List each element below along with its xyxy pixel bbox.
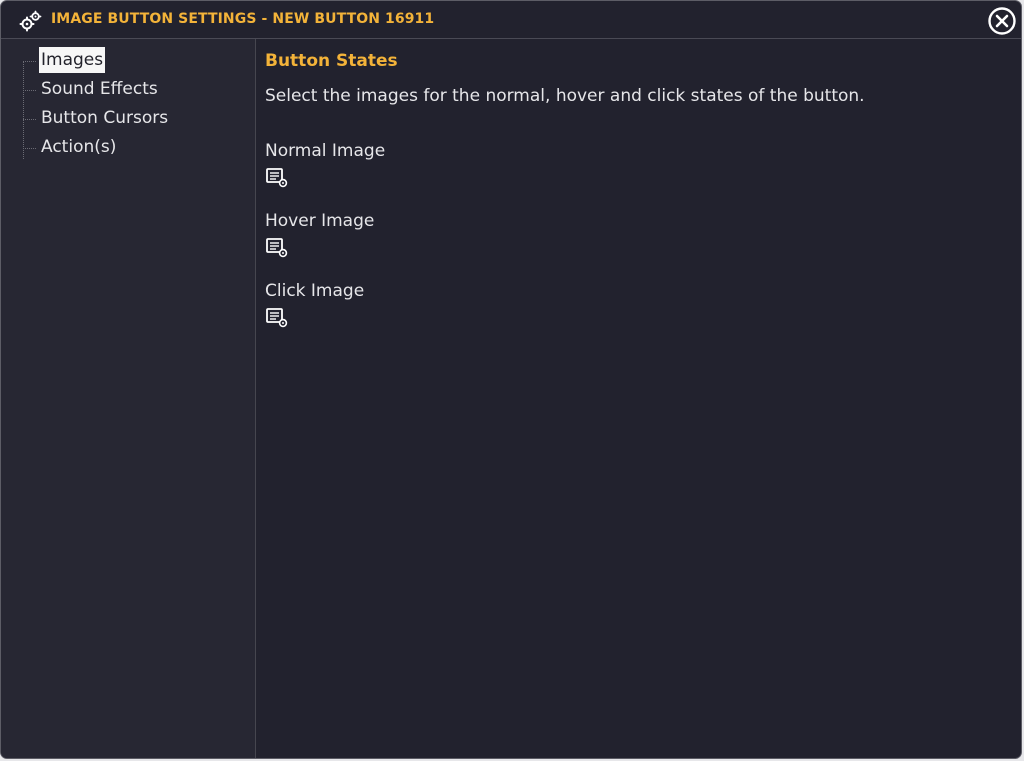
hover-image-label: Hover Image xyxy=(265,211,375,231)
browse-image-icon[interactable] xyxy=(265,237,289,259)
section-title: Button States xyxy=(265,51,398,71)
sidebar-item-images[interactable]: Images xyxy=(19,47,170,76)
sidebar-item-label[interactable]: Images xyxy=(39,47,106,73)
title-bar: IMAGE BUTTON SETTINGS - NEW BUTTON 16911 xyxy=(1,1,1021,39)
browse-image-icon[interactable] xyxy=(265,307,289,329)
sidebar-item-sound-effects[interactable]: Sound Effects xyxy=(19,76,170,105)
settings-window: IMAGE BUTTON SETTINGS - NEW BUTTON 16911… xyxy=(0,0,1022,759)
sidebar-item-label[interactable]: Button Cursors xyxy=(39,105,170,131)
settings-sidebar: Images Sound Effects Button Cursors Acti… xyxy=(1,39,256,758)
sidebar-item-button-cursors[interactable]: Button Cursors xyxy=(19,105,170,134)
normal-image-label: Normal Image xyxy=(265,141,386,161)
click-image-label: Click Image xyxy=(265,281,365,301)
sidebar-item-label[interactable]: Sound Effects xyxy=(39,76,160,102)
window-title: IMAGE BUTTON SETTINGS - NEW BUTTON 16911 xyxy=(51,11,435,27)
sidebar-item-actions[interactable]: Action(s) xyxy=(19,134,170,163)
main-panel: Button States Select the images for the … xyxy=(265,39,1021,758)
section-description: Select the images for the normal, hover … xyxy=(265,86,865,106)
settings-tree: Images Sound Effects Button Cursors Acti… xyxy=(19,47,170,163)
sidebar-item-label[interactable]: Action(s) xyxy=(39,134,118,160)
settings-gear-icon xyxy=(19,10,42,32)
close-icon[interactable] xyxy=(987,6,1017,36)
browse-image-icon[interactable] xyxy=(265,167,289,189)
